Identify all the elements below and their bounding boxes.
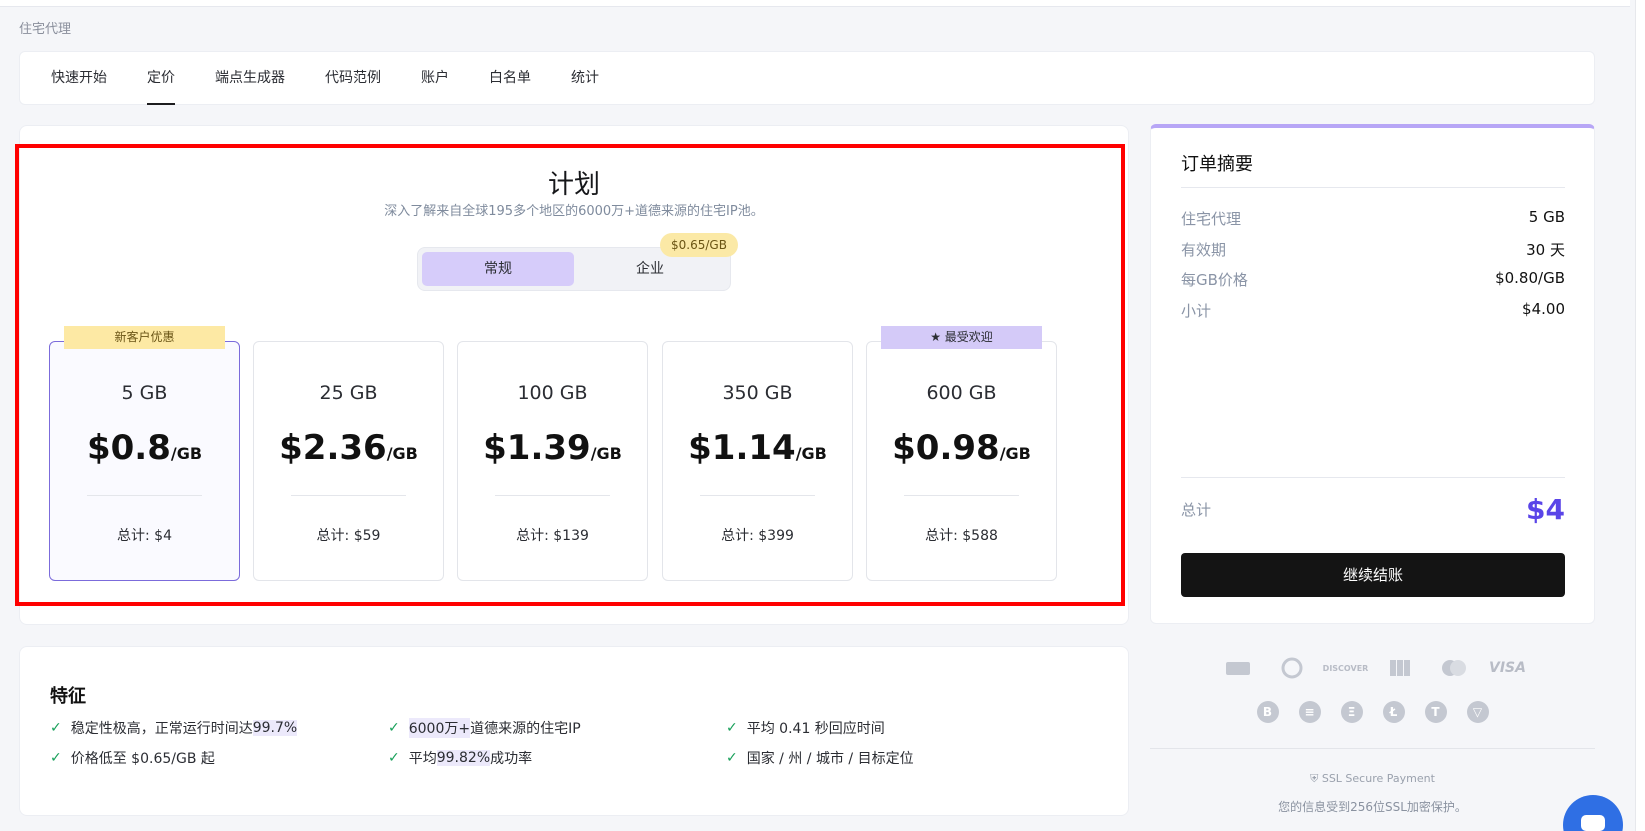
plan-total: 总计: $59: [316, 528, 381, 544]
plan-subtitle: 深入了解来自全球195多个地区的6000万+道德来源的住宅IP池。: [384, 204, 764, 219]
plan-card-25gb[interactable]: 25 GB $2.36/GB 总计: $59: [253, 341, 444, 581]
plan-card-100gb[interactable]: 100 GB $1.39/GB 总计: $139: [457, 341, 648, 581]
mastercard-icon: [1437, 658, 1471, 678]
tab-statistics[interactable]: 统计: [571, 51, 599, 105]
plan-price: $2.36/GB: [279, 428, 418, 468]
plan-panel: 计划 深入了解来自全球195多个地区的6000万+道德来源的住宅IP池。 常规 …: [19, 125, 1129, 625]
crypto-payment-icons: B ≡ Ξ Ł T ▽: [1150, 701, 1595, 723]
feature-item: ✓ 国家 / 州 / 城市 / 目标定位: [726, 750, 914, 767]
divider: [1181, 477, 1565, 478]
jcb-icon: [1383, 658, 1417, 678]
plan-size: 600 GB: [926, 382, 997, 404]
check-icon: ✓: [388, 720, 400, 736]
feature-item: ✓ 平均 99.82% 成功率: [388, 750, 533, 767]
ssl-note: 您的信息受到256位SSL加密保护。: [1278, 800, 1467, 814]
continue-checkout-button[interactable]: 继续结账: [1181, 553, 1565, 597]
plan-card-5gb[interactable]: 新客户优惠 5 GB $0.8/GB 总计: $4: [49, 326, 240, 581]
diners-club-icon: [1275, 657, 1309, 679]
order-summary: 订单摘要 住宅代理 5 GB 有效期 30 天 每GB价格 $0.80/GB 小计 $4…: [1150, 124, 1595, 624]
new-customer-badge: 新客户优惠: [64, 326, 225, 349]
plan-price: $1.14/GB: [688, 428, 827, 468]
plan-total: 总计: $4: [117, 528, 172, 544]
card-payment-icons: DISCOVER VISA: [1150, 657, 1595, 679]
scrollbar[interactable]: [1635, 0, 1645, 831]
discover-icon: DISCOVER: [1322, 663, 1369, 673]
divider: [1181, 187, 1565, 188]
plan-card-600gb[interactable]: ★ 最受欢迎 600 GB $0.98/GB 总计: $588: [866, 326, 1057, 581]
plan-title: 计划: [547, 170, 600, 200]
check-icon: ✓: [50, 750, 62, 766]
features-title: 特征: [50, 686, 86, 707]
plan-size: 100 GB: [517, 382, 588, 404]
bitcoin-icon: B: [1256, 701, 1279, 723]
litecoin-icon: Ł: [1382, 701, 1405, 723]
tab-account[interactable]: 账户: [421, 51, 449, 105]
check-icon: ✓: [388, 750, 400, 766]
shield-icon: ⛨: [1310, 772, 1322, 785]
dash-icon: ≡: [1298, 701, 1321, 723]
plan-total: 总计: $139: [516, 528, 589, 544]
plan-total: 总计: $399: [721, 528, 794, 544]
order-title: 订单摘要: [1181, 154, 1253, 175]
tab-pricing[interactable]: 定价: [147, 51, 175, 105]
tab-endpoint-generator[interactable]: 端点生成器: [215, 51, 285, 105]
divider: [1150, 748, 1595, 749]
divider: [700, 495, 815, 496]
features-panel: 特征 ✓ 稳定性极高，正常运行时间达 99.7% ✓ 6000万+ 道德来源的住宅IP…: [19, 646, 1129, 816]
plan-price: $0.8/GB: [86, 428, 203, 468]
order-row: 有效期 30 天: [1181, 241, 1565, 259]
plan-size: 25 GB: [319, 382, 378, 404]
enterprise-price-badge: $0.65/GB: [660, 233, 738, 257]
divider: [291, 495, 406, 496]
chat-icon: [1581, 815, 1605, 831]
divider: [87, 495, 202, 496]
tab-quickstart[interactable]: 快速开始: [51, 51, 107, 105]
plan-card-350gb[interactable]: 350 GB $1.14/GB 总计: $399: [662, 341, 853, 581]
regular-toggle-button[interactable]: 常规: [422, 252, 574, 286]
check-icon: ✓: [726, 720, 738, 736]
most-popular-badge: ★ 最受欢迎: [881, 326, 1042, 349]
order-row: 小计 $4.00: [1181, 300, 1565, 320]
plan-price: $0.98/GB: [892, 428, 1031, 468]
order-total: 总计 $4: [1181, 493, 1565, 526]
plan-size: 5 GB: [121, 382, 168, 404]
tab-code-examples[interactable]: 代码范例: [325, 51, 381, 105]
divider: [904, 495, 1019, 496]
breadcrumb: 住宅代理: [19, 22, 72, 37]
feature-item: ✓ 价格低至 $0.65/GB 起: [50, 750, 215, 767]
visa-icon: VISA: [1489, 660, 1526, 676]
ssl-badge: ⛨ SSL Secure Payment: [1310, 772, 1435, 785]
plan-total: 总计: $588: [925, 528, 998, 544]
top-bar: [0, 0, 1630, 7]
ethereum-icon: Ξ: [1340, 701, 1363, 723]
check-icon: ✓: [726, 750, 738, 766]
enterprise-toggle-button[interactable]: 企业: [574, 252, 726, 286]
order-row: 住宅代理 5 GB: [1181, 208, 1565, 228]
order-row: 每GB价格 $0.80/GB: [1181, 269, 1565, 289]
plan-price: $1.39/GB: [483, 428, 622, 468]
divider: [495, 495, 610, 496]
star-icon: ★: [930, 330, 945, 344]
plan-size: 350 GB: [722, 382, 793, 404]
amex-icon: [1221, 658, 1255, 678]
feature-item: ✓ 平均 0.41 秒回应时间: [726, 720, 885, 737]
check-icon: ✓: [50, 720, 62, 736]
tab-whitelist[interactable]: 白名单: [489, 51, 531, 105]
tab-bar: 快速开始 定价 端点生成器 代码范例 账户 白名单 统计: [19, 51, 1595, 105]
tron-icon: ▽: [1466, 701, 1489, 723]
feature-item: ✓ 6000万+ 道德来源的住宅IP: [388, 718, 581, 738]
tether-icon: T: [1424, 701, 1447, 723]
feature-item: ✓ 稳定性极高，正常运行时间达 99.7%: [50, 720, 298, 737]
